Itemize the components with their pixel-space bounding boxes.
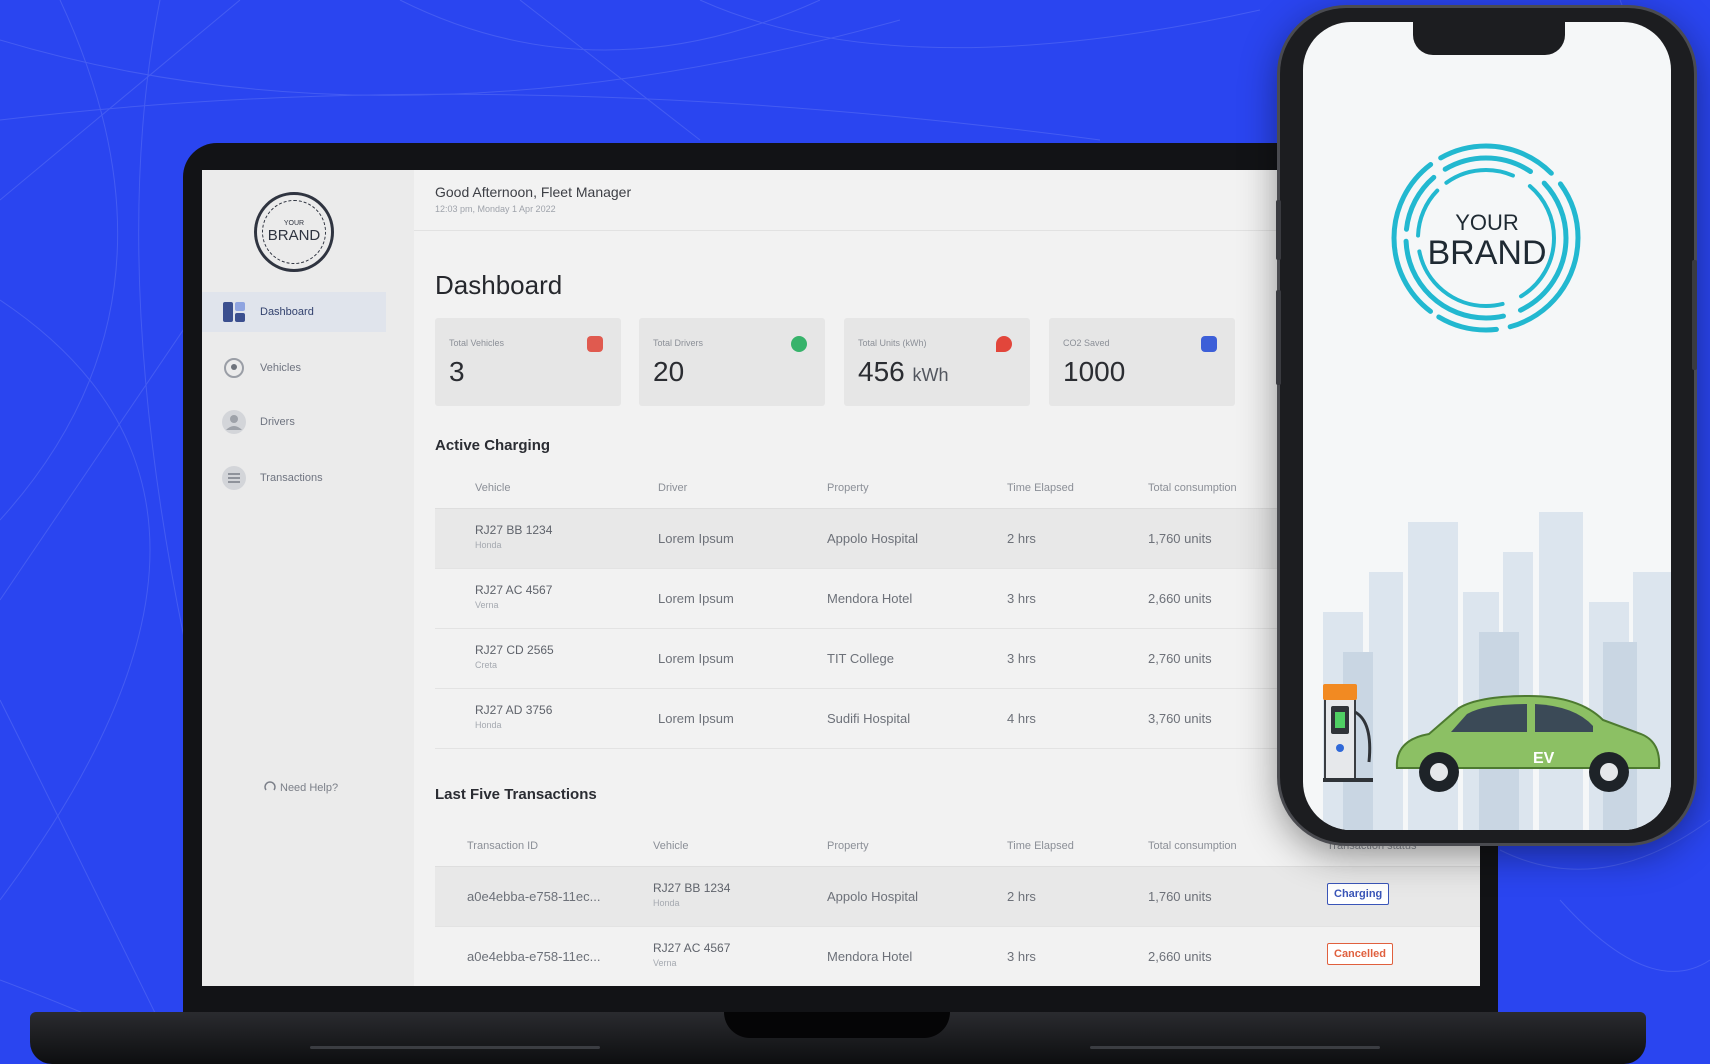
table-row[interactable]: a0e4ebba-e758-11ec... RJ27 AC 4567 Verna …: [435, 927, 1480, 986]
consumption-cell: 1,760 units: [1148, 531, 1212, 546]
consumption-cell: 3,760 units: [1148, 711, 1212, 726]
column-header: Total consumption: [1148, 840, 1237, 852]
property-cell: Mendora Hotel: [827, 591, 913, 606]
list-icon: [222, 466, 246, 490]
status-badge[interactable]: Charging: [1327, 883, 1390, 905]
column-header: Vehicle: [653, 840, 689, 852]
sidebar-item-vehicles[interactable]: Vehicles: [202, 348, 386, 388]
time-cell: 2 hrs: [1007, 531, 1036, 546]
page-title: Dashboard: [435, 270, 563, 300]
consumption-cell: 1,760 units: [1148, 889, 1212, 904]
ev-label: EV: [1533, 750, 1555, 767]
column-header: Property: [827, 840, 869, 852]
laptop-notch: [724, 1012, 950, 1038]
time-cell: 4 hrs: [1007, 711, 1036, 726]
laptop-base-line: [1090, 1046, 1380, 1049]
vehicle-cell: RJ27 BB 1234 Honda: [653, 881, 731, 908]
vehicle-cell: RJ27 CD 2565 Creta: [475, 643, 554, 670]
phone-side-button: [1276, 290, 1281, 385]
property-cell: Appolo Hospital: [827, 531, 919, 546]
column-header: Property: [827, 482, 869, 494]
column-header: Total consumption: [1148, 482, 1237, 494]
brand-logo[interactable]: YOUR BRAND: [254, 192, 334, 272]
vehicle-cell: RJ27 AD 3756 Honda: [475, 703, 553, 730]
stat-card-vehicles[interactable]: Total Vehicles 3: [435, 318, 621, 406]
location-icon: [996, 336, 1012, 352]
phone-screen: YOUR BRAND EV: [1303, 22, 1671, 830]
time-cell: 3 hrs: [1007, 651, 1036, 666]
stat-label: Total Units (kWh): [858, 338, 927, 348]
column-header: Time Elapsed: [1007, 840, 1074, 852]
driver-cell: Lorem Ipsum: [658, 651, 734, 666]
sidebar-item-label: Drivers: [260, 416, 295, 428]
logo-small-text: YOUR: [283, 220, 305, 227]
stat-label: Total Drivers: [653, 338, 704, 348]
column-header: Driver: [658, 482, 688, 494]
time-cell: 2 hrs: [1007, 889, 1036, 904]
consumption-cell: 2,660 units: [1148, 591, 1212, 606]
transaction-id-cell: a0e4ebba-e758-11ec...: [467, 889, 601, 904]
car-icon: [587, 336, 603, 352]
stat-card-units[interactable]: Total Units (kWh) 456 kWh: [844, 318, 1030, 406]
sidebar-item-label: Dashboard: [260, 306, 314, 318]
consumption-cell: 2,760 units: [1148, 651, 1212, 666]
location-pin-icon: [222, 356, 246, 380]
user-icon: [222, 410, 246, 434]
brand-your-text: YOUR: [1455, 210, 1519, 235]
leaf-icon: [1201, 336, 1217, 352]
help-icon: [264, 780, 276, 795]
driver-cell: Lorem Ipsum: [658, 531, 734, 546]
stat-label: Total Vehicles: [449, 338, 505, 348]
phone-notch: [1413, 22, 1565, 55]
stat-card-drivers[interactable]: Total Drivers 20: [639, 318, 825, 406]
transactions-table: Transaction ID Vehicle Property Time Ela…: [435, 826, 1480, 986]
stat-value: 20: [653, 356, 685, 387]
stat-card-co2[interactable]: CO2 Saved 1000: [1049, 318, 1235, 406]
driver-cell: Lorem Ipsum: [658, 711, 734, 726]
sidebar-item-label: Transactions: [260, 472, 323, 484]
driver-cell: Lorem Ipsum: [658, 591, 734, 606]
vehicle-cell: RJ27 AC 4567 Verna: [653, 941, 731, 968]
table-row[interactable]: a0e4ebba-e758-11ec... RJ27 BB 1234 Honda …: [435, 867, 1480, 927]
brand-brand-text: BRAND: [1427, 234, 1547, 272]
phone-side-button: [1692, 260, 1697, 370]
column-header: Transaction ID: [467, 840, 539, 852]
sidebar-item-dashboard[interactable]: Dashboard: [202, 292, 386, 332]
status-badge[interactable]: Cancelled: [1327, 943, 1393, 965]
vehicle-cell: RJ27 AC 4567 Verna: [475, 583, 553, 610]
laptop-base-line: [310, 1046, 600, 1049]
sidebar-item-drivers[interactable]: Drivers: [202, 402, 386, 442]
property-cell: Mendora Hotel: [827, 949, 913, 964]
sidebar-item-transactions[interactable]: Transactions: [202, 458, 386, 498]
property-cell: Sudifi Hospital: [827, 711, 911, 726]
sidebar-item-label: Vehicles: [260, 362, 301, 374]
column-header: Vehicle: [475, 482, 511, 494]
time-cell: 3 hrs: [1007, 949, 1036, 964]
stat-label: CO2 Saved: [1063, 338, 1110, 348]
property-cell: TIT College: [827, 651, 894, 666]
vehicle-cell: RJ27 BB 1234 Honda: [475, 523, 553, 550]
logo-big-text: BRAND: [267, 227, 321, 244]
users-icon: [791, 336, 807, 352]
active-charging-title: Active Charging: [435, 437, 551, 454]
sidebar: YOUR BRAND Dashboard Vehicles Drivers Tr…: [202, 170, 414, 986]
stat-value: 456 kWh: [858, 356, 949, 387]
greeting-text: Good Afternoon, Fleet Manager: [435, 184, 632, 200]
stat-value: 3: [449, 356, 465, 387]
column-header: Time Elapsed: [1007, 482, 1074, 494]
help-label: Need Help?: [280, 781, 339, 794]
time-cell: 3 hrs: [1007, 591, 1036, 606]
property-cell: Appolo Hospital: [827, 889, 919, 904]
datetime-text: 12:03 pm, Monday 1 Apr 2022: [435, 204, 556, 214]
consumption-cell: 2,660 units: [1148, 949, 1212, 964]
dashboard-icon: [222, 300, 246, 324]
need-help-link[interactable]: Need Help?: [264, 780, 338, 795]
transactions-title: Last Five Transactions: [435, 786, 597, 803]
transaction-id-cell: a0e4ebba-e758-11ec...: [467, 949, 601, 964]
phone-side-button: [1276, 200, 1281, 260]
ev-car-icon: [1395, 694, 1661, 792]
stat-value: 1000: [1063, 356, 1126, 387]
